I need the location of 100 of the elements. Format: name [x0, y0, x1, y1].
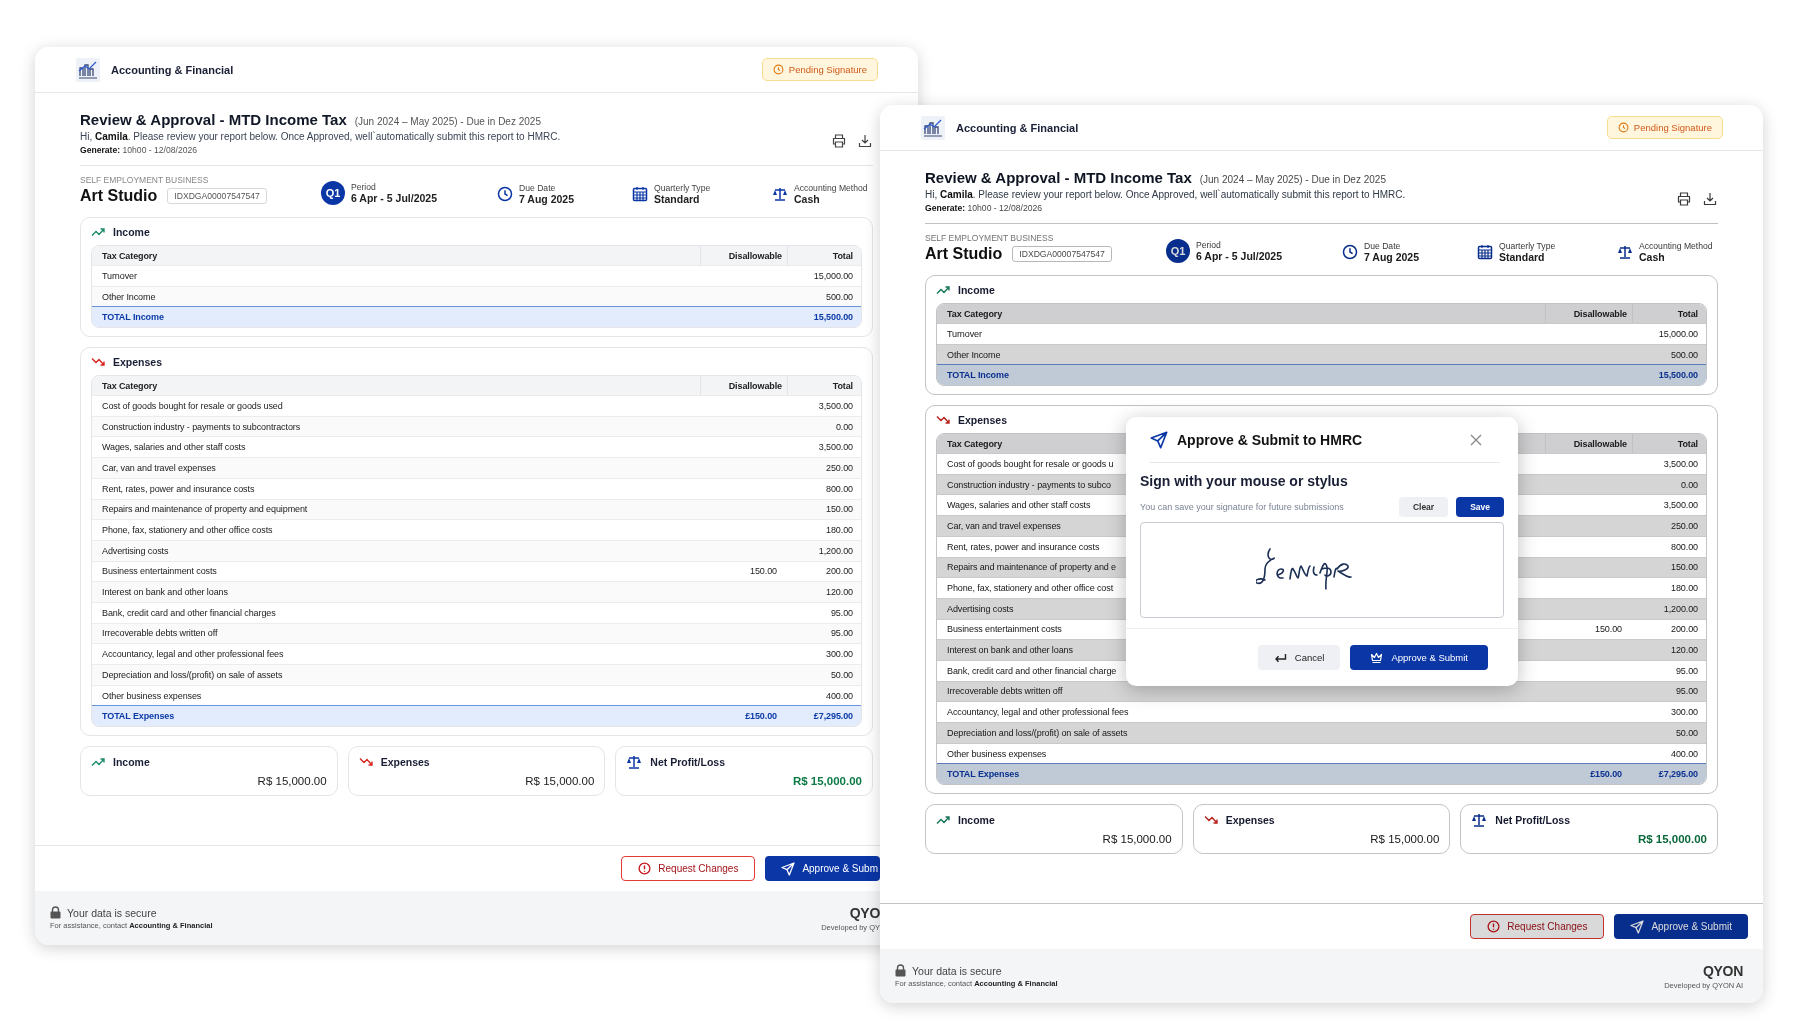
column-header: Total [832, 250, 853, 261]
quarter-badge: Q1 [321, 181, 345, 205]
amount-cell: 800.00 [826, 483, 853, 494]
meta-label: Period [1196, 240, 1222, 250]
clock-icon [772, 64, 784, 75]
period-note: (Jun 2024 – May 2025) - Due in Dez 2025 [354, 116, 541, 127]
meta-value: Cash [794, 193, 821, 205]
print-icon[interactable] [831, 133, 847, 149]
amount-cell: 50.00 [830, 669, 853, 680]
approve-button[interactable]: Approve & Submit [1614, 914, 1748, 939]
total-cell: £150.00 [745, 711, 777, 722]
summary-value: R$ 15,000.00 [1637, 833, 1707, 846]
amount-cell: 180.00 [1671, 583, 1698, 594]
category-cell: Cost of goods bought for resale or goods used [102, 400, 283, 411]
category-cell: Construction industry - payments to subcontractors [102, 421, 301, 432]
category-cell: Other business expenses [102, 690, 202, 701]
secure-text: Your data is secure [67, 906, 157, 919]
lock-icon [50, 906, 61, 919]
approve-submit-button[interactable]: Approve & Submit [1350, 645, 1488, 670]
alert-icon [1487, 920, 1501, 933]
meta-value: 7 Aug 2025 [519, 193, 575, 205]
period-note: (Jun 2024 – May 2025) - Due in Dez 2025 [1199, 174, 1386, 185]
total-cell: 15,500.00 [813, 312, 853, 323]
category-cell: Repairs and maintenance of property and equipment [102, 504, 308, 515]
column-header: Disallowable [728, 250, 782, 261]
amount-cell: 95.00 [830, 607, 853, 618]
cancel-button[interactable]: Cancel [1257, 645, 1341, 670]
meta-label: Due Date [1364, 241, 1402, 251]
return-icon [1273, 652, 1287, 663]
amount-cell: 3,500.00 [818, 442, 853, 453]
category-cell: Interest on bank and other loans [102, 587, 228, 598]
logo-icon [920, 114, 946, 141]
meta-value: Standard [1499, 251, 1546, 263]
scale-icon [1471, 811, 1488, 828]
download-icon[interactable] [1702, 191, 1718, 207]
column-header: Total [1677, 438, 1698, 449]
total-label: TOTAL Income [102, 312, 164, 323]
category-cell: Advertising costs [102, 545, 169, 556]
approve-button[interactable]: Approve & Subm [765, 856, 880, 881]
amount-cell: 120.00 [1671, 645, 1698, 656]
business-name: Art Studio [925, 245, 1003, 263]
trend-down-icon [936, 414, 950, 425]
calendar-icon [1477, 244, 1493, 260]
dialog-title: Approve & Submit to HMRC [1177, 431, 1363, 448]
save-button[interactable]: Save [1456, 497, 1504, 517]
summary-value: R$ 15,000.00 [257, 775, 327, 788]
calendar-icon [632, 186, 648, 202]
brand-name: Accounting & Financial [956, 121, 1079, 134]
meta-value: 6 Apr - 5 Jul/2025 [351, 192, 437, 204]
column-header: Disallowable [1573, 308, 1627, 319]
category-cell: Wages, salaries and other staff costs [947, 500, 1091, 511]
category-cell: Accountancy, legal and other professional fees [947, 707, 1129, 718]
total-label: TOTAL Expenses [947, 769, 1020, 780]
status-text: Pending Signature [1633, 122, 1712, 133]
category-cell: Depreciation and loss/(profit) on sale of assets [947, 727, 1128, 738]
logo-icon [75, 56, 101, 83]
amount-cell: 3,500.00 [818, 400, 853, 411]
amount-cell: 150.00 [750, 566, 777, 577]
category-cell: Bank, credit card and other financial charge [947, 665, 1117, 676]
amount-cell: 120.00 [826, 587, 853, 598]
clear-button[interactable]: Clear [1398, 497, 1449, 517]
category-cell: Rent, rates, power and insurance costs [102, 483, 255, 494]
category-cell: Irrecoverable debts written off [102, 628, 218, 639]
category-cell: Cost of goods bought for resale or goods u [947, 458, 1114, 469]
summary-label: Income [113, 755, 150, 768]
total-label: TOTAL Expenses [102, 711, 175, 722]
summary-label: Income [958, 813, 995, 826]
total-cell: 15,500.00 [1658, 370, 1698, 381]
amount-cell: 15,000.00 [1658, 328, 1698, 339]
amount-cell: 0.00 [1680, 479, 1698, 490]
amount-cell: 95.00 [830, 628, 853, 639]
business-name: Art Studio [80, 187, 158, 205]
business-label: SELF EMPLOYMENT BUSINESS [80, 175, 210, 185]
amount-cell: 150.00 [826, 504, 853, 515]
meta-label: Quarterly Type [654, 183, 711, 193]
column-header: Tax Category [102, 380, 158, 391]
section-title: Expenses [113, 355, 163, 368]
summary-label: Net Profit/Loss [650, 755, 725, 768]
scale-icon [626, 753, 643, 770]
brand-wordmark: QYON [1702, 962, 1743, 979]
print-icon[interactable] [1676, 191, 1692, 207]
amount-cell: 300.00 [826, 649, 853, 660]
category-cell: Other Income [947, 349, 1001, 360]
amount-cell: 1,200.00 [818, 545, 853, 556]
download-icon[interactable] [857, 133, 873, 149]
amount-cell: 150.00 [1671, 562, 1698, 573]
request-changes-button[interactable]: Request Changes [621, 856, 756, 881]
alert-icon [638, 862, 652, 875]
clock-icon [497, 186, 513, 202]
amount-cell: 250.00 [826, 462, 853, 473]
category-cell: Turnover [947, 328, 982, 339]
brand-name: Accounting & Financial [111, 63, 234, 76]
amount-cell: 1,200.00 [1663, 603, 1698, 614]
status-text: Pending Signature [788, 64, 867, 75]
dialog-heading: Sign with your mouse or stylus [1140, 473, 1349, 489]
meta-value: Cash [1639, 251, 1666, 263]
close-icon [1470, 433, 1482, 446]
amount-cell: 250.00 [1671, 520, 1698, 531]
generated-text: Generate: 10h00 - 12/08/2026 [80, 145, 199, 155]
request-changes-button[interactable]: Request Changes [1470, 914, 1605, 939]
